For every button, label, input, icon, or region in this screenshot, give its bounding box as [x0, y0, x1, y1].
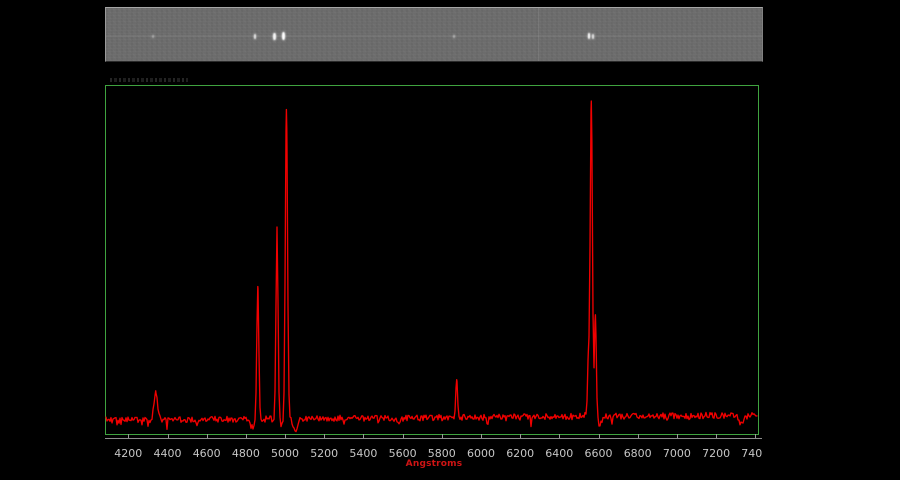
x-axis: 4200440046004800500052005400560058006000…: [0, 0, 762, 480]
x-tick-label-7400: 7400: [741, 447, 762, 460]
x-tick-label-7200: 7200: [702, 447, 730, 460]
x-tick-mark-6600: [599, 434, 600, 438]
x-tick-label-5400: 5400: [349, 447, 377, 460]
x-tick-label-6400: 6400: [545, 447, 573, 460]
application-window: 4200440046004800500052005400560058006000…: [0, 0, 900, 480]
x-tick-mark-6000: [481, 434, 482, 438]
x-tick-mark-4400: [168, 434, 169, 438]
x-tick-mark-5600: [403, 434, 404, 438]
x-tick-mark-4200: [128, 434, 129, 438]
x-tick-label-6200: 6200: [506, 447, 534, 460]
x-tick-label-4800: 4800: [232, 447, 260, 460]
x-tick-mark-6200: [520, 434, 521, 438]
x-tick-mark-5800: [442, 434, 443, 438]
x-tick-mark-6800: [638, 434, 639, 438]
x-tick-label-6000: 6000: [467, 447, 495, 460]
x-tick-mark-7200: [716, 434, 717, 438]
x-tick-label-5200: 5200: [310, 447, 338, 460]
x-tick-mark-5000: [285, 434, 286, 438]
x-tick-mark-5200: [324, 434, 325, 438]
x-tick-mark-7400: [755, 434, 756, 438]
x-tick-label-4400: 4400: [154, 447, 182, 460]
x-tick-label-6800: 6800: [624, 447, 652, 460]
x-tick-mark-5400: [363, 434, 364, 438]
x-tick-label-4600: 4600: [193, 447, 221, 460]
x-axis-title: Angstroms: [406, 459, 463, 469]
x-tick-label-7000: 7000: [663, 447, 691, 460]
x-axis-line: [105, 438, 762, 439]
x-tick-label-5000: 5000: [271, 447, 299, 460]
x-tick-label-6600: 6600: [585, 447, 613, 460]
x-tick-mark-7000: [677, 434, 678, 438]
x-tick-mark-4600: [207, 434, 208, 438]
x-tick-label-4200: 4200: [114, 447, 142, 460]
x-tick-mark-4800: [246, 434, 247, 438]
x-tick-mark-6400: [559, 434, 560, 438]
